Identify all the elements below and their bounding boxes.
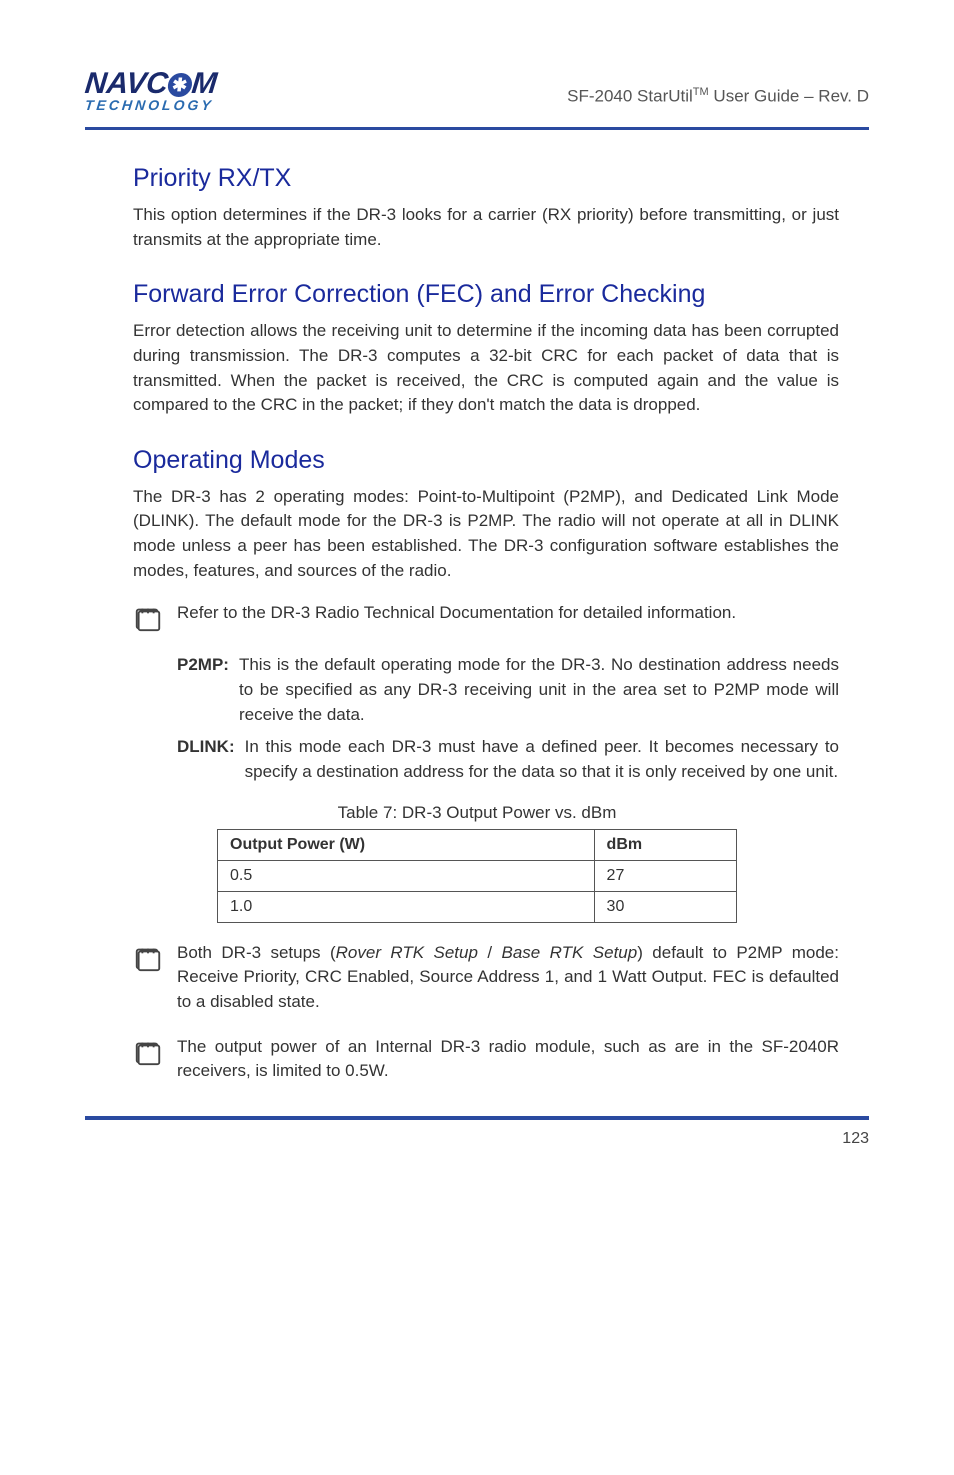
notepad-icon [133,603,163,633]
footer-rule [85,1116,869,1120]
note-text-1: Refer to the DR-3 Radio Technical Docume… [177,601,736,626]
page-header: NAVC✱M TECHNOLOGY SF-2040 StarUtilTM Use… [85,70,869,123]
logo-line1: NAVC✱M [83,70,218,99]
table-cell: 1.0 [218,891,595,922]
list-body-dlink: In this mode each DR-3 must have a defin… [245,735,839,784]
logo-line2: TECHNOLOGY [84,97,217,113]
note-output-limit: The output power of an Internal DR-3 rad… [133,1035,839,1084]
note-refer-docs: Refer to the DR-3 Radio Technical Docume… [133,601,839,633]
note-text-3: The output power of an Internal DR-3 rad… [177,1035,839,1084]
list-body-p2mp: This is the default operating mode for t… [239,653,839,727]
page-number: 123 [85,1130,869,1148]
table-row: 0.5 27 [218,860,737,891]
heading-priority: Priority RX/TX [133,164,869,193]
list-lead-p2mp: P2MP: [177,653,229,727]
table-header-cell: dBm [594,829,736,860]
doc-title: SF-2040 StarUtilTM User Guide – Rev. D [567,86,869,113]
notepad-icon [133,943,163,973]
list-lead-dlink: DLINK: [177,735,235,784]
paragraph-priority: This option determines if the DR-3 looks… [133,203,839,252]
power-vs-dbm-table: Output Power (W) dBm 0.5 27 1.0 30 [217,829,737,923]
page: NAVC✱M TECHNOLOGY SF-2040 StarUtilTM Use… [0,0,954,1475]
notepad-icon [133,1037,163,1067]
table-cell: 30 [594,891,736,922]
table-cell: 27 [594,860,736,891]
header-rule [85,127,869,130]
note-default-p2mp: Both DR-3 setups (Rover RTK Setup / Base… [133,941,839,1015]
table-header-cell: Output Power (W) [218,829,595,860]
heading-fec: Forward Error Correction (FEC) and Error… [133,280,869,309]
table-row: 1.0 30 [218,891,737,922]
paragraph-fec: Error detection allows the receiving uni… [133,319,839,418]
list-item-p2mp: P2MP: This is the default operating mode… [177,653,839,727]
note-text-2: Both DR-3 setups (Rover RTK Setup / Base… [177,941,839,1015]
list-item-dlink: DLINK: In this mode each DR-3 must have … [177,735,839,784]
table-row: Output Power (W) dBm [218,829,737,860]
logo-star-icon: ✱ [166,73,193,97]
table-cell: 0.5 [218,860,595,891]
navcom-logo: NAVC✱M TECHNOLOGY [85,70,217,113]
heading-modes: Operating Modes [133,446,869,475]
table-caption: Table 7: DR-3 Output Power vs. dBm [85,803,869,823]
paragraph-modes-intro: The DR-3 has 2 operating modes: Point-to… [133,485,839,584]
